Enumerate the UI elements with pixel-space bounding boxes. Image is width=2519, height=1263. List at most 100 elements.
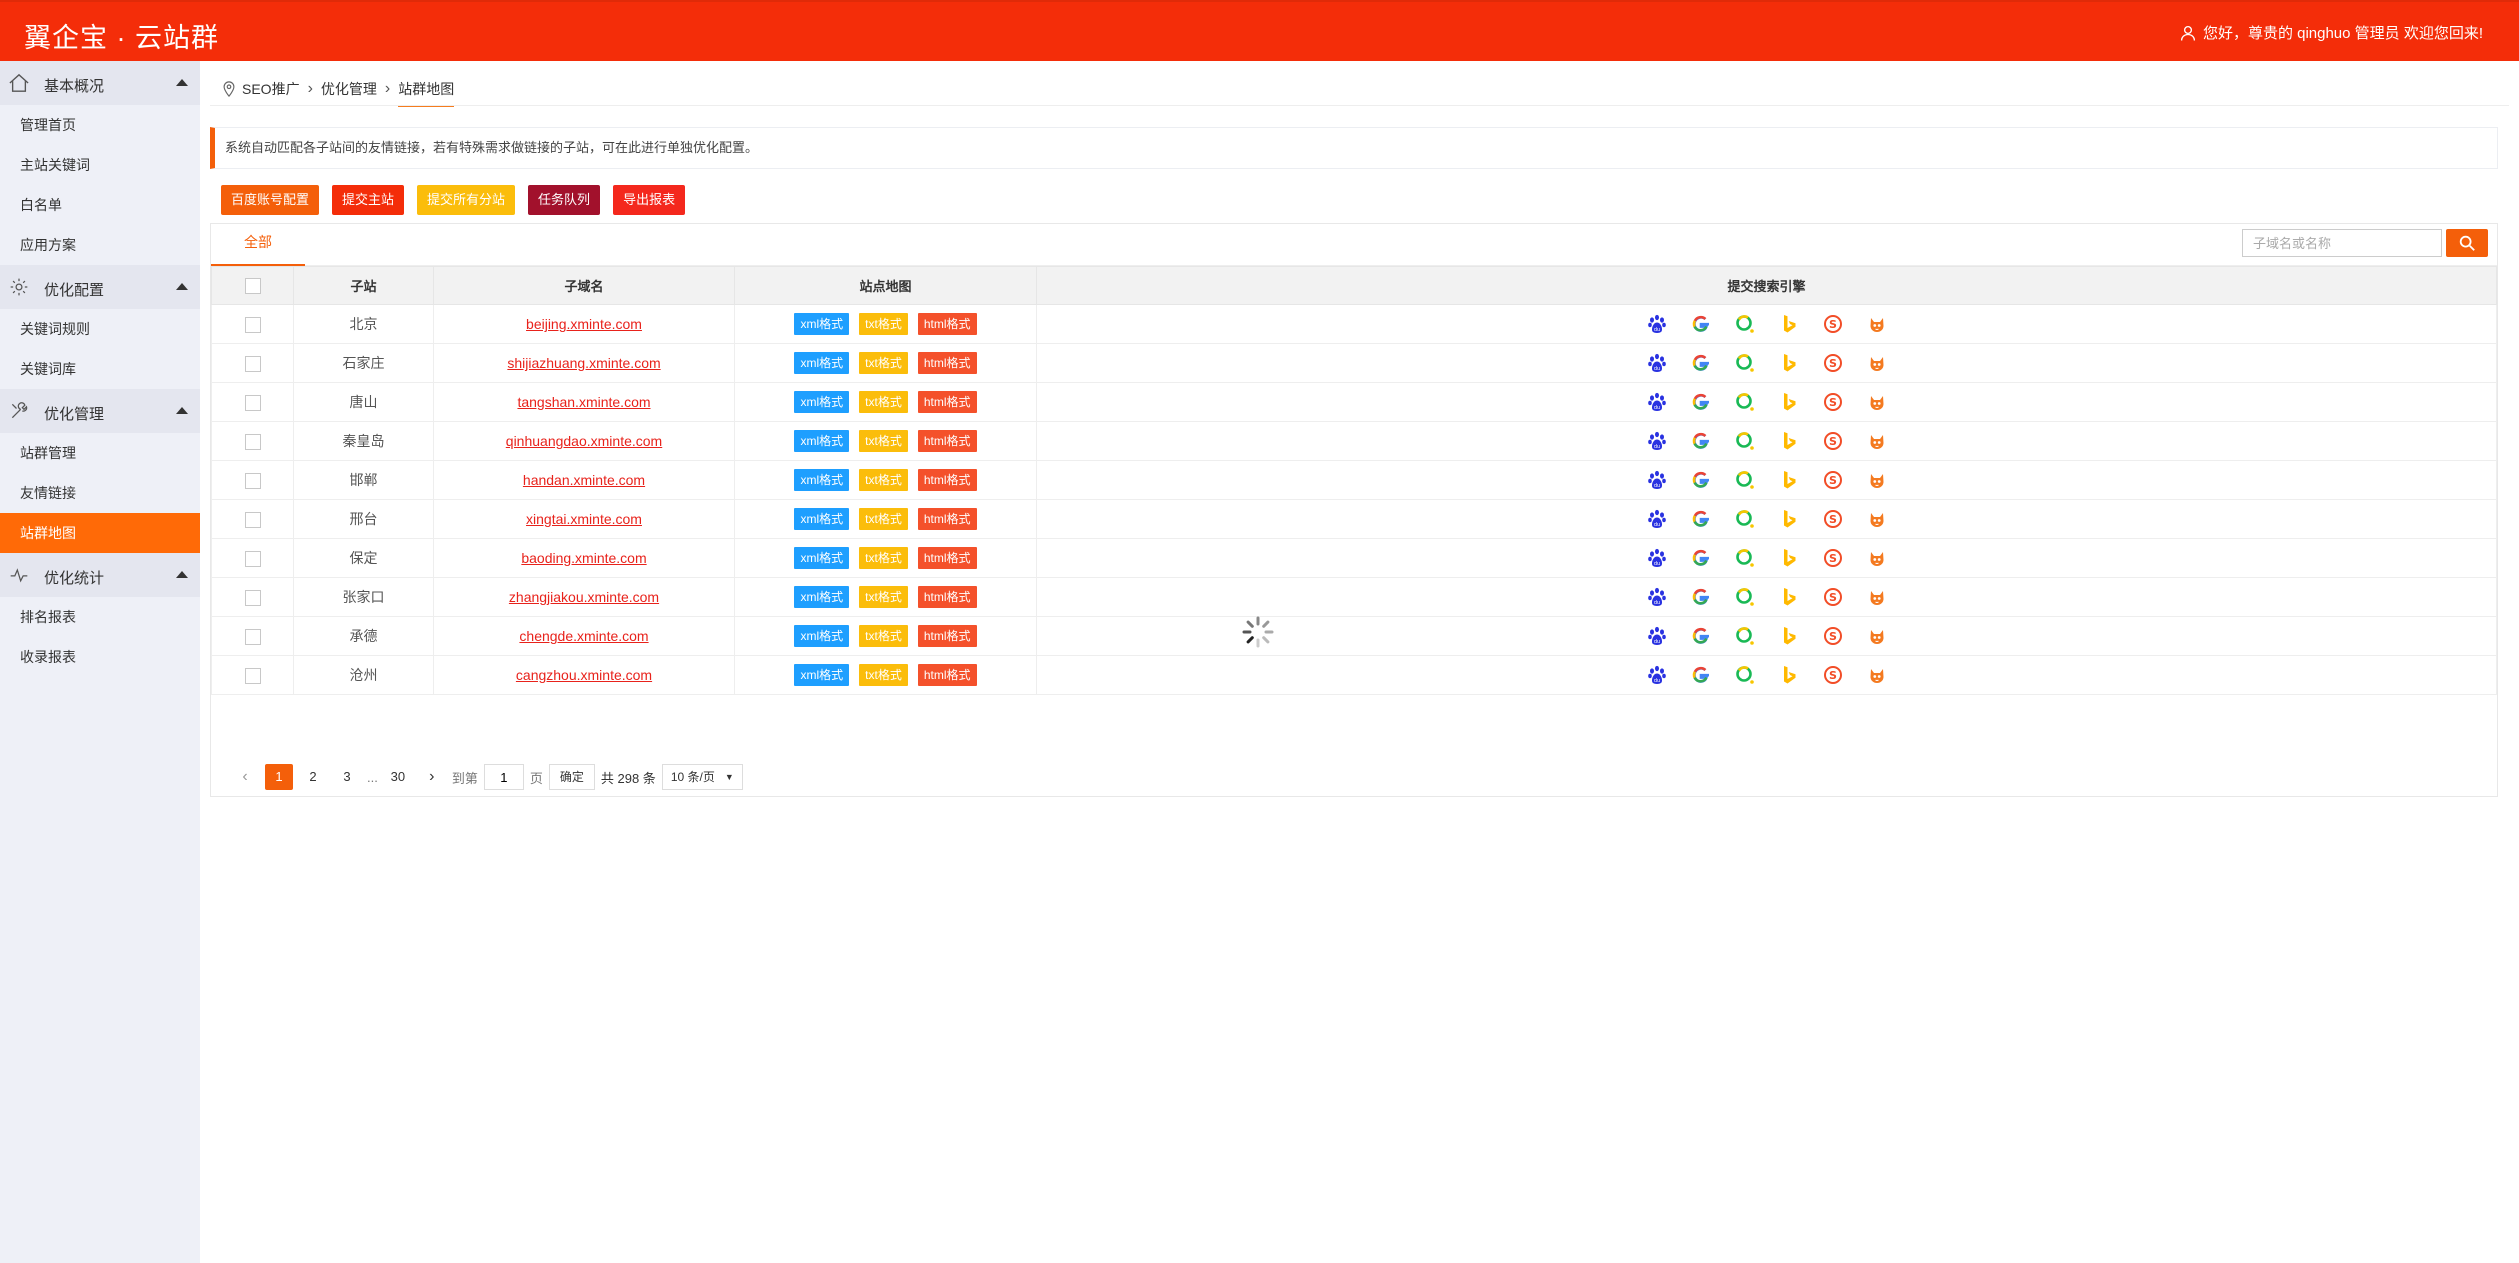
- google-icon[interactable]: [1690, 430, 1712, 452]
- 360-icon[interactable]: [1734, 469, 1756, 491]
- baidu-account-config-button[interactable]: 百度账号配置: [221, 185, 320, 215]
- sidebar-group-manage[interactable]: 优化管理: [0, 389, 200, 433]
- row-checkbox[interactable]: [244, 355, 261, 372]
- sidebar-item-keyword-rules[interactable]: 关键词规则: [0, 309, 200, 349]
- shenma-icon[interactable]: [1866, 664, 1888, 686]
- txt-format-tag[interactable]: txt格式: [859, 547, 908, 569]
- html-format-tag[interactable]: html格式: [917, 352, 977, 374]
- sidebar-group-overview[interactable]: 基本概况: [0, 61, 200, 105]
- row-select-cell[interactable]: [211, 343, 294, 383]
- bing-icon[interactable]: [1778, 586, 1800, 608]
- google-icon[interactable]: [1690, 313, 1712, 335]
- row-checkbox[interactable]: [244, 316, 261, 333]
- xml-format-tag[interactable]: xml格式: [794, 469, 850, 491]
- xml-format-tag[interactable]: xml格式: [794, 586, 850, 608]
- submit-main-site-button[interactable]: 提交主站: [332, 185, 405, 215]
- page-30[interactable]: 30: [384, 764, 412, 790]
- bing-icon[interactable]: [1778, 352, 1800, 374]
- shenma-icon[interactable]: [1866, 508, 1888, 530]
- sidebar-group-config[interactable]: 优化配置: [0, 265, 200, 309]
- goto-page-input[interactable]: [483, 764, 524, 790]
- google-icon[interactable]: [1690, 625, 1712, 647]
- sogou-icon[interactable]: S: [1822, 430, 1844, 452]
- bing-icon[interactable]: [1778, 313, 1800, 335]
- txt-format-tag[interactable]: txt格式: [859, 586, 908, 608]
- 360-icon[interactable]: [1734, 625, 1756, 647]
- sogou-icon[interactable]: S: [1822, 352, 1844, 374]
- html-format-tag[interactable]: html格式: [917, 508, 977, 530]
- baidu-icon[interactable]: du: [1646, 664, 1668, 686]
- baidu-icon[interactable]: du: [1646, 586, 1668, 608]
- txt-format-tag[interactable]: txt格式: [859, 352, 908, 374]
- task-queue-button[interactable]: 任务队列: [528, 185, 601, 215]
- tab-all[interactable]: 全部: [211, 224, 305, 266]
- txt-format-tag[interactable]: txt格式: [859, 391, 908, 413]
- row-select-cell[interactable]: [211, 655, 294, 695]
- shenma-icon[interactable]: [1866, 430, 1888, 452]
- bing-icon[interactable]: [1778, 508, 1800, 530]
- sogou-icon[interactable]: S: [1822, 625, 1844, 647]
- shenma-icon[interactable]: [1866, 391, 1888, 413]
- shenma-icon[interactable]: [1866, 586, 1888, 608]
- sidebar-item-app-plans[interactable]: 应用方案: [0, 225, 200, 265]
- 360-icon[interactable]: [1734, 664, 1756, 686]
- domain-link[interactable]: beijing.xminte.com: [526, 316, 642, 332]
- domain-link[interactable]: cangzhou.xminte.com: [516, 667, 652, 683]
- shenma-icon[interactable]: [1866, 547, 1888, 569]
- 360-icon[interactable]: [1734, 586, 1756, 608]
- row-checkbox[interactable]: [244, 628, 261, 645]
- baidu-icon[interactable]: du: [1646, 352, 1668, 374]
- next-page-icon[interactable]: ›: [418, 764, 446, 790]
- row-checkbox[interactable]: [244, 472, 261, 489]
- domain-link[interactable]: handan.xminte.com: [523, 472, 645, 488]
- 360-icon[interactable]: [1734, 430, 1756, 452]
- sidebar-item-whitelist[interactable]: 白名单: [0, 185, 200, 225]
- sogou-icon[interactable]: S: [1822, 508, 1844, 530]
- baidu-icon[interactable]: du: [1646, 430, 1668, 452]
- domain-link[interactable]: qinhuangdao.xminte.com: [506, 433, 662, 449]
- user-welcome[interactable]: 您好，尊贵的 qinghuo 管理员 欢迎您回来!: [2179, 22, 2483, 43]
- sidebar-group-stats[interactable]: 优化统计: [0, 553, 200, 597]
- row-select-cell[interactable]: [211, 616, 294, 656]
- row-checkbox[interactable]: [244, 589, 261, 606]
- sidebar-item-keyword-library[interactable]: 关键词库: [0, 349, 200, 389]
- bing-icon[interactable]: [1778, 469, 1800, 491]
- shenma-icon[interactable]: [1866, 469, 1888, 491]
- 360-icon[interactable]: [1734, 508, 1756, 530]
- domain-link[interactable]: chengde.xminte.com: [519, 628, 648, 644]
- google-icon[interactable]: [1690, 508, 1712, 530]
- prev-page-icon[interactable]: ‹: [231, 764, 259, 790]
- sogou-icon[interactable]: S: [1822, 664, 1844, 686]
- sidebar-item-index-report[interactable]: 收录报表: [0, 637, 200, 677]
- bing-icon[interactable]: [1778, 547, 1800, 569]
- sidebar-item-friend-links[interactable]: 友情链接: [0, 473, 200, 513]
- xml-format-tag[interactable]: xml格式: [794, 430, 850, 452]
- txt-format-tag[interactable]: txt格式: [859, 430, 908, 452]
- txt-format-tag[interactable]: txt格式: [859, 508, 908, 530]
- page-size-select[interactable]: 10 条/页 ▼: [661, 764, 743, 790]
- domain-link[interactable]: baoding.xminte.com: [521, 550, 646, 566]
- domain-link[interactable]: shijiazhuang.xminte.com: [507, 355, 660, 371]
- txt-format-tag[interactable]: txt格式: [859, 313, 908, 335]
- select-all-header[interactable]: [211, 266, 294, 305]
- select-all-checkbox[interactable]: [244, 277, 261, 294]
- txt-format-tag[interactable]: txt格式: [859, 625, 908, 647]
- html-format-tag[interactable]: html格式: [917, 586, 977, 608]
- txt-format-tag[interactable]: txt格式: [859, 469, 908, 491]
- sidebar-item-site-manage[interactable]: 站群管理: [0, 433, 200, 473]
- 360-icon[interactable]: [1734, 547, 1756, 569]
- google-icon[interactable]: [1690, 469, 1712, 491]
- submit-all-subsites-button[interactable]: 提交所有分站: [417, 185, 516, 215]
- domain-link[interactable]: zhangjiakou.xminte.com: [509, 589, 659, 605]
- 360-icon[interactable]: [1734, 313, 1756, 335]
- baidu-icon[interactable]: du: [1646, 625, 1668, 647]
- html-format-tag[interactable]: html格式: [917, 313, 977, 335]
- shenma-icon[interactable]: [1866, 625, 1888, 647]
- 360-icon[interactable]: [1734, 352, 1756, 374]
- google-icon[interactable]: [1690, 352, 1712, 374]
- domain-link[interactable]: xingtai.xminte.com: [526, 511, 642, 527]
- app-logo[interactable]: 翼企宝 · 云站群: [24, 16, 219, 55]
- bing-icon[interactable]: [1778, 625, 1800, 647]
- xml-format-tag[interactable]: xml格式: [794, 352, 850, 374]
- row-checkbox[interactable]: [244, 394, 261, 411]
